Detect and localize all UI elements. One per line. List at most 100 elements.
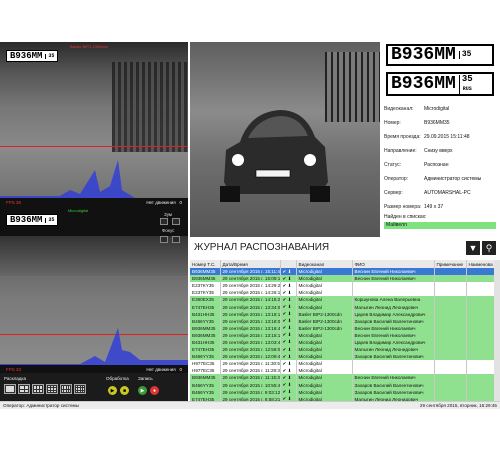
- found-value: Майвелл: [384, 222, 496, 229]
- column-header[interactable]: Видеоканал: [296, 260, 353, 268]
- column-header[interactable]: [280, 260, 297, 268]
- detection-line: [0, 146, 188, 147]
- status-icons-cell: ✔ ⬇: [280, 388, 297, 396]
- camera-cell: Basler BIP2-1300cdn: [296, 324, 353, 332]
- table-row[interactable]: B936MM35 29 сентября 2015 г. 15:11:48 ✔ ⬇ M…: [190, 268, 497, 276]
- table-row[interactable]: E360EX35 29 сентября 2015 г. 14:15:23 ✔ ⬇ M…: [190, 296, 497, 304]
- table-row[interactable]: E747EH35 29 сентября 2015 г. 13:34:07 ✔ ⬇ M…: [190, 303, 497, 311]
- info-value: Администратор системы: [424, 176, 482, 182]
- layout-12-button[interactable]: [60, 384, 72, 394]
- filter-button[interactable]: ▼: [466, 241, 480, 255]
- table-row[interactable]: B466YY35 29 сентября 2015 г. 9:03:12 ✔ ⬇ Mi…: [190, 388, 497, 396]
- status-icons-cell: ✔ ⬇: [280, 360, 297, 368]
- plate-cell: B936MM35: [190, 331, 221, 339]
- table-row[interactable]: B431HH35 29 сентября 2015 г. 13:18:18 ✔ ⬇ B…: [190, 310, 497, 318]
- info-row: Видеоканал: Microdigital: [384, 102, 496, 116]
- camera-2-header: Microdigital B936MM 35 Зум Фокус: [0, 206, 188, 236]
- journal-scrollbar[interactable]: [494, 260, 500, 401]
- name-cell: Захаров Василий Валентинович: [352, 381, 435, 389]
- control-bar: Раскладка Обработка ▶ ■ Запись ▶ ●: [0, 373, 188, 401]
- info-row: Время проезда: 29.09.2015 15:11:48: [384, 130, 496, 144]
- table-row[interactable]: B936MM35 29 сентября 2015 г. 15:09:14 ✔ ⬇ M…: [190, 275, 497, 283]
- name-cell: Малыгин Леонид Леонидович: [352, 303, 435, 311]
- note-cell: [434, 275, 467, 283]
- table-row[interactable]: B466YY35 29 сентября 2015 г. 12:09:41 ✔ ⬇ M…: [190, 353, 497, 361]
- plate-number: B936MM: [391, 45, 456, 65]
- plate-cell: B431HH35: [190, 338, 221, 347]
- camera-1-plate-overlay: B936MM 35: [6, 50, 59, 62]
- status-icons-cell: ✔ ⬇: [280, 310, 297, 318]
- note-cell: [434, 353, 467, 361]
- zoom-in-button[interactable]: [172, 218, 180, 225]
- table-row[interactable]: B431HH35 29 сентября 2015 г. 13:03:42 ✔ ⬇ M…: [190, 338, 497, 347]
- title-cell: [466, 282, 497, 290]
- plate-cell: B466YY35: [190, 388, 221, 396]
- table-row[interactable]: B936MM35 29 сентября 2015 г. 11:15:39 ✔ ⬇ M…: [190, 374, 497, 382]
- datetime-cell: 29 сентября 2015 г. 12:09:41: [220, 353, 281, 361]
- histogram-1: [0, 160, 188, 200]
- info-value: Снизу вверх: [424, 148, 453, 154]
- record-button[interactable]: ●: [150, 386, 159, 395]
- zoom-out-button[interactable]: [160, 218, 168, 225]
- layout-9-button[interactable]: [46, 384, 58, 394]
- name-cell: Веснин Евгений Николаевич: [352, 268, 435, 276]
- datetime-cell: 29 сентября 2015 г. 13:15:11: [220, 331, 281, 339]
- status-icons-cell: ✔ ⬇: [280, 381, 297, 389]
- focus-out-button[interactable]: [160, 236, 168, 243]
- plate-cell: E360EX35: [190, 296, 221, 304]
- layout-16-button[interactable]: [74, 384, 86, 394]
- column-header[interactable]: Номер Т.С.: [190, 260, 221, 268]
- focus-in-button[interactable]: [172, 236, 180, 243]
- table-row[interactable]: B936MM35 29 сентября 2015 г. 13:16:45 ✔ ⬇ B…: [190, 324, 497, 332]
- info-key: Размер номера:: [384, 204, 422, 210]
- search-icon: ⚲: [485, 242, 493, 253]
- plate-region: 35 RUS: [458, 74, 473, 94]
- column-header[interactable]: ФИО: [352, 260, 435, 268]
- plate-cell: E237KY35: [190, 282, 221, 290]
- table-row[interactable]: E747EH35 29 сентября 2015 г. 12:58:07 ✔ ⬇ M…: [190, 346, 497, 354]
- table-row[interactable]: E237KY35 29 сентября 2015 г. 14:26:11 ✔ ⬇ M…: [190, 289, 497, 297]
- status-icons-cell: ✔ ⬇: [280, 289, 297, 297]
- note-cell: [434, 374, 467, 382]
- column-header[interactable]: Наименова: [466, 260, 497, 268]
- search-button[interactable]: ⚲: [482, 241, 496, 255]
- table-row[interactable]: B466YY35 29 сентября 2015 г. 10:55:48 ✔ ⬇ M…: [190, 381, 497, 389]
- camera-cell: Microdigital: [296, 346, 353, 354]
- layout-4-button[interactable]: [18, 384, 30, 394]
- camera-view-1[interactable]: Basler BIP2-1300cdn B936MM 35: [0, 42, 188, 206]
- camera-cell: Microdigital: [296, 296, 353, 304]
- note-cell: [434, 317, 467, 325]
- title-cell: [466, 310, 497, 318]
- note-cell: [434, 338, 467, 347]
- layout-6-button[interactable]: [32, 384, 44, 394]
- plate-image-top: B936MM 35: [386, 44, 494, 66]
- found-label: Найден в списках:: [384, 214, 427, 220]
- plate-cell: B466YY35: [190, 381, 221, 389]
- process-start-button[interactable]: ▶: [108, 386, 117, 395]
- table-row[interactable]: H977EC35 29 сентября 2015 г. 11:29:38 ✔ ⬇ M…: [190, 367, 497, 375]
- record-play-button[interactable]: ▶: [138, 386, 147, 395]
- info-key: Номер:: [384, 120, 401, 126]
- table-row[interactable]: B466YY35 29 сентября 2015 г. 13:18:02 ✔ ⬇ B…: [190, 317, 497, 325]
- status-icons-cell: ✔ ⬇: [280, 338, 297, 347]
- table-row[interactable]: B936MM35 29 сентября 2015 г. 13:15:11 ✔ ⬇ M…: [190, 331, 497, 339]
- name-cell: [352, 360, 435, 368]
- layout-1-button[interactable]: [4, 384, 16, 394]
- title-cell: [466, 296, 497, 304]
- note-cell: [434, 310, 467, 318]
- plate-number: B936MM: [391, 74, 456, 94]
- name-cell: Малыгин Леонид Леонидович: [352, 346, 435, 354]
- plate-cell: H977EC35: [190, 367, 221, 375]
- camera-cell: Microdigital: [296, 360, 353, 368]
- column-header[interactable]: Дата/Время: [220, 260, 281, 268]
- camera-cell: Microdigital: [296, 338, 353, 347]
- camera-cell: Microdigital: [296, 303, 353, 311]
- table-row[interactable]: H977EC35 29 сентября 2015 г. 11:30:53 ✔ ⬇ M…: [190, 360, 497, 368]
- note-cell: [434, 388, 467, 396]
- process-stop-button[interactable]: ■: [120, 386, 129, 395]
- camera-view-main[interactable]: [190, 42, 380, 237]
- column-header[interactable]: Примечание: [434, 260, 467, 268]
- info-panel: B936MM 35 B936MM 35 RUS Видеоканал: Microd…: [380, 42, 500, 237]
- table-row[interactable]: E237KY35 29 сентября 2015 г. 14:29:29 ✔ ⬇ M…: [190, 282, 497, 290]
- camera-view-2[interactable]: [0, 236, 188, 373]
